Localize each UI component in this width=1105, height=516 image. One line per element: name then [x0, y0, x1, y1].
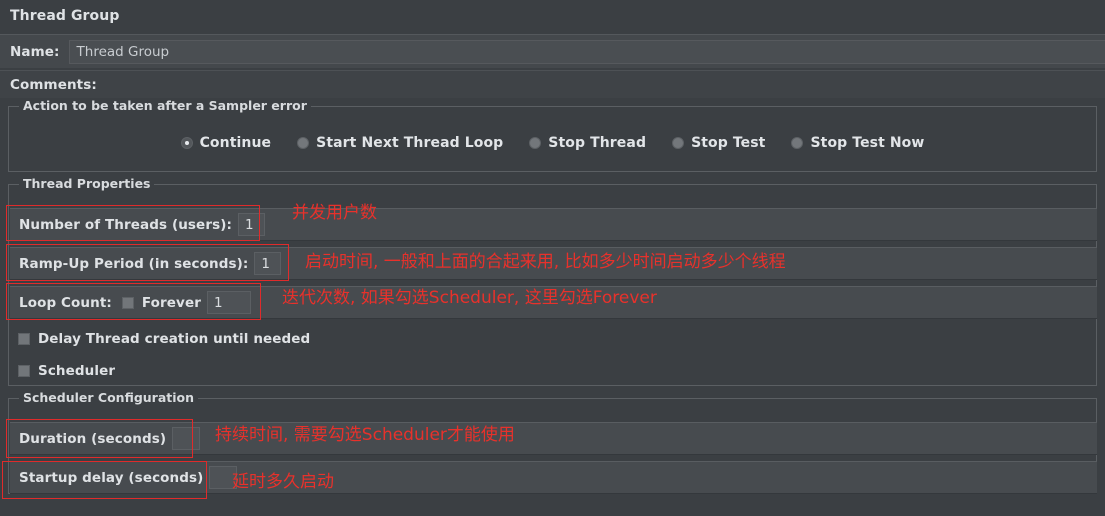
radio-icon-stop-thread[interactable]	[529, 137, 542, 149]
ramp-up-period-label: Ramp-Up Period (in seconds):	[19, 255, 249, 272]
number-of-threads-row: Number of Threads (users): 1	[10, 208, 1097, 241]
startup-delay-label: Startup delay (seconds)	[19, 469, 204, 486]
annotation-text-loop-count: 迭代次数, 如果勾选Scheduler, 这里勾选Forever	[282, 288, 657, 308]
radio-label-continue: Continue	[199, 135, 272, 151]
scheduler-configuration-title: Scheduler Configuration	[19, 390, 199, 405]
forever-label: Forever	[141, 294, 201, 311]
scheduler-checkbox[interactable]	[18, 365, 30, 377]
radio-icon-stop-test-now[interactable]	[791, 137, 804, 149]
loop-count-label: Loop Count:	[19, 294, 112, 311]
duration-row: Duration (seconds)	[10, 422, 1097, 455]
comments-row: Comments:	[0, 70, 1105, 98]
page-title: Thread Group	[10, 8, 120, 24]
loop-count-input[interactable]: 1	[206, 291, 251, 314]
radio-label-start-next-thread-loop: Start Next Thread Loop	[316, 135, 504, 151]
startup-delay-row: Startup delay (seconds)	[10, 461, 1097, 494]
radio-label-stop-test-now: Stop Test Now	[810, 135, 925, 151]
radio-label-stop-test: Stop Test	[691, 135, 766, 151]
annotation-text-ramp-up-period: 启动时间, 一般和上面的合起来用, 比如多少时间启动多少个线程	[305, 252, 786, 272]
thread-properties-title: Thread Properties	[19, 176, 155, 191]
scheduler-row[interactable]: Scheduler	[18, 363, 115, 379]
comments-input[interactable]	[103, 73, 1105, 97]
scheduler-label: Scheduler	[38, 363, 116, 379]
delay-thread-creation-row[interactable]: Delay Thread creation until needed	[18, 331, 310, 347]
radio-label-stop-thread: Stop Thread	[548, 135, 647, 151]
delay-thread-creation-checkbox[interactable]	[18, 333, 30, 345]
name-row: Name: Thread Group	[0, 34, 1105, 68]
comments-label: Comments:	[10, 76, 97, 93]
radio-option-stop-test-now[interactable]: Stop Test Now	[791, 135, 924, 151]
name-input[interactable]: Thread Group	[68, 39, 1105, 64]
duration-input[interactable]	[172, 427, 201, 450]
duration-label: Duration (seconds)	[19, 430, 167, 447]
radio-option-start-next-thread-loop[interactable]: Start Next Thread Loop	[297, 135, 503, 151]
scheduler-configuration-group: Scheduler Configuration Duration (second…	[8, 390, 1097, 494]
radio-option-stop-thread[interactable]: Stop Thread	[529, 135, 646, 151]
thread-properties-group: Thread Properties Number of Threads (use…	[8, 176, 1097, 386]
number-of-threads-label: Number of Threads (users):	[19, 216, 232, 233]
radio-option-continue[interactable]: Continue	[180, 135, 272, 151]
radio-icon-start-next-thread-loop[interactable]	[297, 137, 310, 149]
radio-option-stop-test[interactable]: Stop Test	[672, 135, 765, 151]
panel-title-bar: Thread Group	[0, 0, 1105, 32]
forever-checkbox[interactable]	[121, 296, 134, 309]
sampler-error-action-title: Action to be taken after a Sampler error	[19, 98, 311, 113]
name-label: Name:	[10, 43, 60, 60]
radio-icon-stop-test[interactable]	[672, 137, 685, 149]
annotation-text-number-of-threads: 并发用户数	[292, 203, 377, 223]
delay-thread-creation-label: Delay Thread creation until needed	[38, 331, 311, 347]
ramp-up-period-input[interactable]: 1	[254, 252, 282, 275]
number-of-threads-input[interactable]: 1	[237, 213, 265, 236]
annotation-text-duration: 持续时间, 需要勾选Scheduler才能使用	[215, 425, 515, 445]
thread-group-panel: Thread Group Name: Thread Group Comments…	[0, 0, 1105, 516]
annotation-text-startup-delay: 延时多久启动	[232, 472, 334, 492]
sampler-error-action-group: Action to be taken after a Sampler error…	[8, 98, 1097, 172]
radio-icon-continue[interactable]	[180, 137, 193, 149]
sampler-error-radio-row: Continue Start Next Thread Loop Stop Thr…	[9, 135, 1096, 151]
